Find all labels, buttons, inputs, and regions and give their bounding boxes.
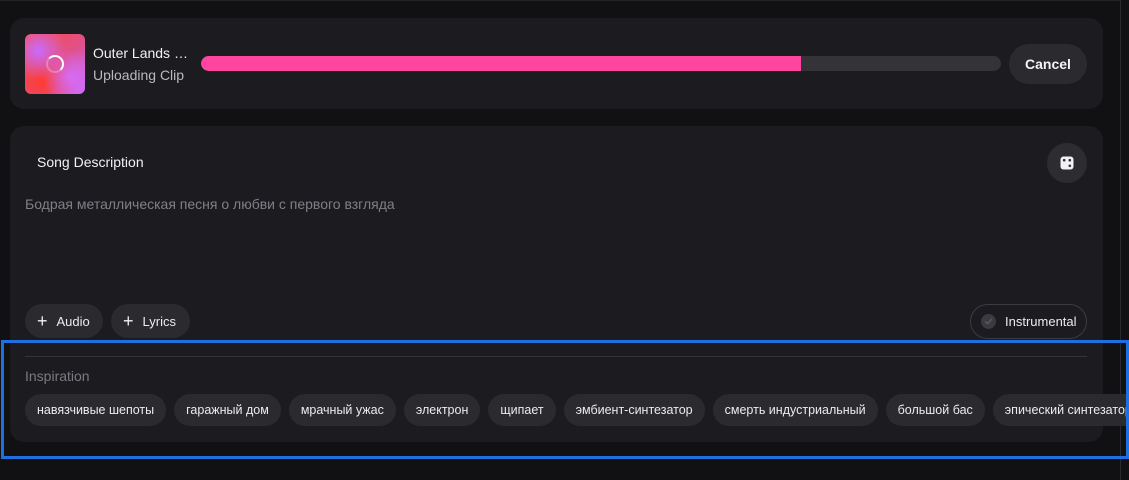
inspiration-label: Inspiration [25, 368, 90, 384]
dice-icon [1060, 156, 1074, 170]
inspiration-tag[interactable]: смерть индустриальный [712, 394, 878, 426]
clip-thumbnail [25, 34, 85, 94]
song-description-card: Song Description + Audio + Lyrics Instru… [10, 126, 1129, 442]
cancel-button[interactable]: Cancel [1009, 44, 1087, 84]
loading-spinner-icon [46, 55, 64, 73]
check-circle-icon [981, 314, 996, 329]
song-description-input[interactable] [25, 196, 1085, 296]
inspiration-tag[interactable]: гаражный дом [174, 394, 281, 426]
inspiration-tag[interactable]: электрон [403, 394, 481, 426]
upload-status: Uploading Clip [93, 67, 185, 83]
instrumental-toggle[interactable]: Instrumental [970, 304, 1087, 339]
song-description-heading: Song Description [37, 154, 144, 170]
add-lyrics-button[interactable]: + Lyrics [111, 304, 190, 338]
inspiration-tag[interactable]: эпический синтезатор [992, 394, 1129, 426]
inspiration-tag[interactable]: щипает [488, 394, 556, 426]
plus-icon: + [123, 311, 134, 331]
plus-icon: + [37, 311, 48, 331]
upload-card: Outer Lands 1... Uploading Clip Cancel [10, 18, 1103, 109]
upload-progress-bar [201, 56, 1001, 71]
top-edge [0, 0, 1120, 1]
inspiration-tag[interactable]: мрачный ужас [288, 394, 396, 426]
add-audio-label: Audio [56, 313, 90, 329]
divider [25, 356, 1087, 357]
inspiration-tag[interactable]: эмбиент-синтезатор [563, 394, 705, 426]
inspiration-tags: навязчивые шепоты гаражный дом мрачный у… [25, 394, 1129, 426]
random-description-button[interactable] [1047, 143, 1087, 183]
clip-title: Outer Lands 1... [93, 45, 193, 61]
add-lyrics-label: Lyrics [142, 313, 176, 329]
upload-progress-fill [201, 56, 801, 71]
add-audio-button[interactable]: + Audio [25, 304, 103, 338]
inspiration-tag[interactable]: навязчивые шепоты [25, 394, 167, 426]
inspiration-tag[interactable]: большой бас [885, 394, 985, 426]
instrumental-label: Instrumental [1005, 314, 1077, 329]
